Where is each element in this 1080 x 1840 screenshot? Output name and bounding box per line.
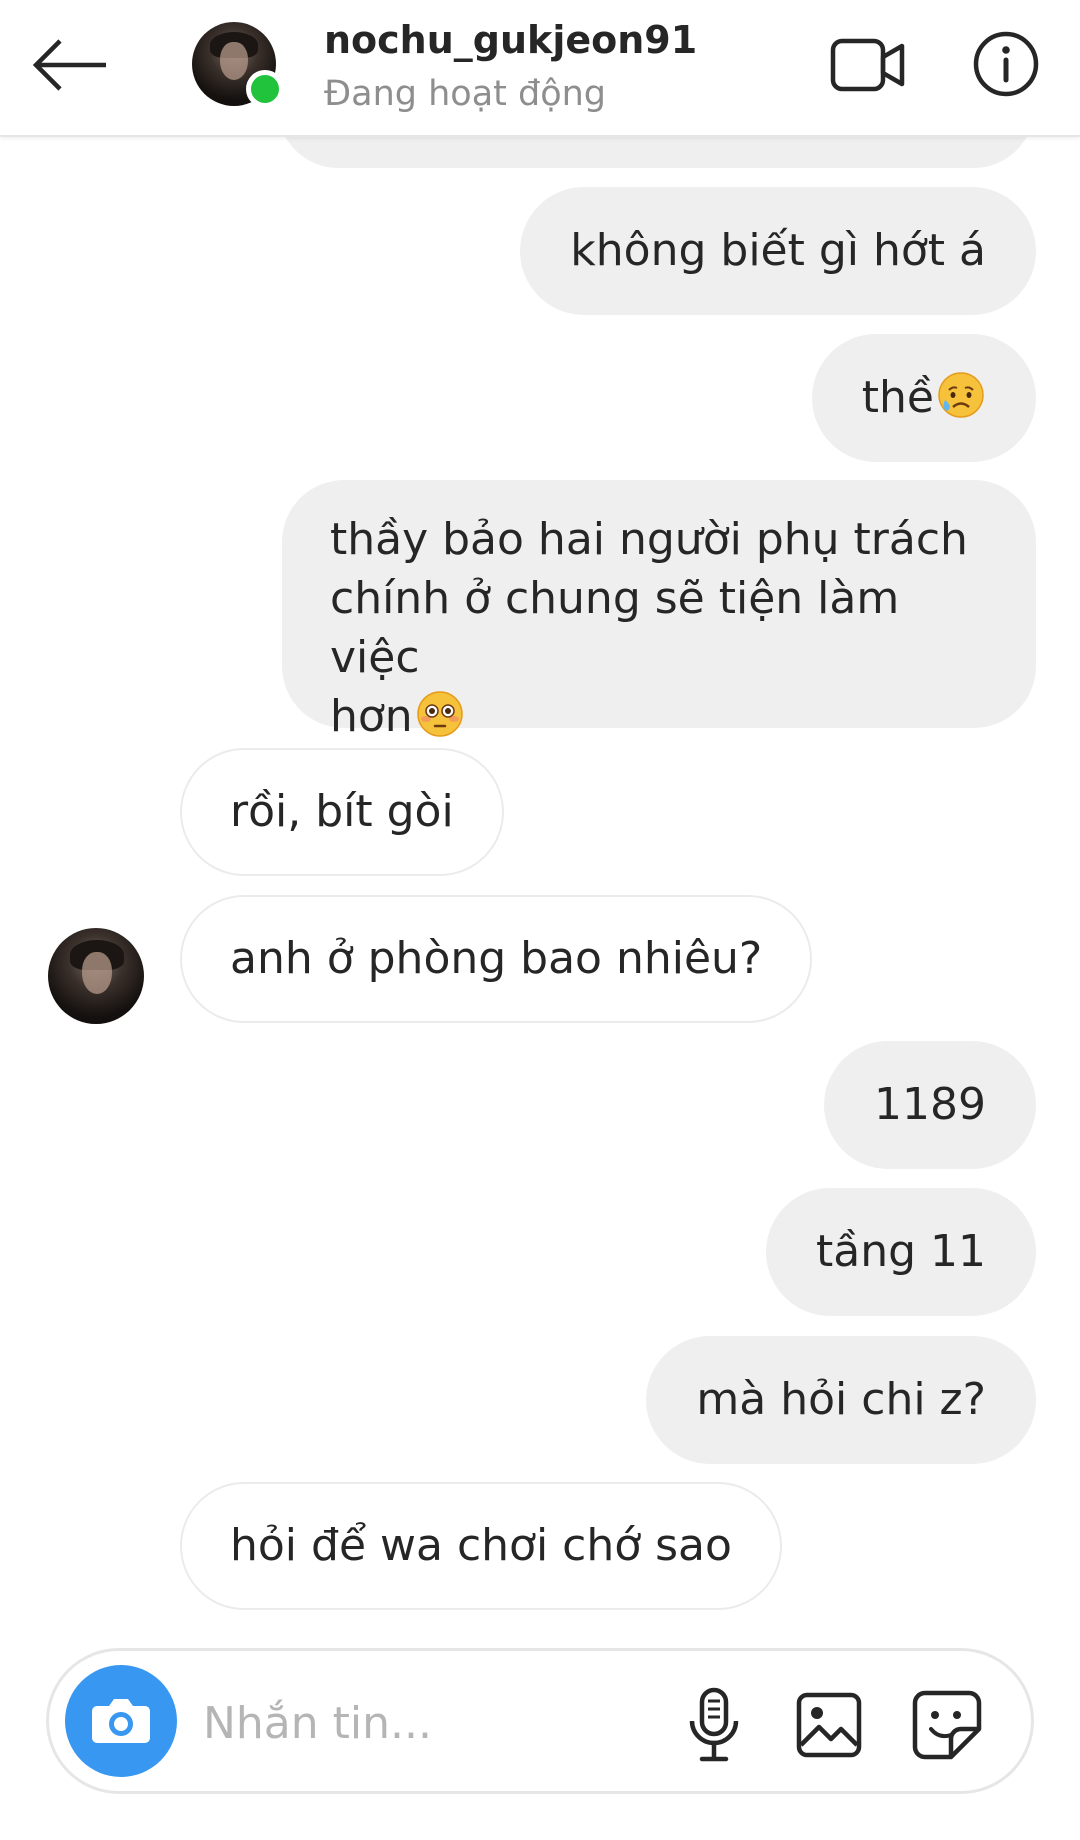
- message-bubble-received[interactable]: rồi, bít gòi: [180, 748, 504, 876]
- message-text: tầng 11: [815, 1226, 986, 1277]
- sender-avatar[interactable]: [48, 928, 144, 1024]
- voice-message-button[interactable]: [679, 1685, 749, 1765]
- message-bubble-sent[interactable]: thề: [811, 334, 1036, 462]
- message-text: mà hỏi chi z?: [696, 1374, 986, 1425]
- camera-button[interactable]: [65, 1665, 177, 1777]
- avatar: [48, 928, 144, 1024]
- message-text: không biết gì hớt á: [570, 225, 986, 276]
- sad-relieved-face-icon: [938, 372, 984, 418]
- activity-status: Đang hoạt động: [324, 74, 607, 114]
- chat-header: nochu_gukjeon91 Đang hoạt động: [0, 0, 1080, 137]
- message-bubble-sent[interactable]: không biết gì hớt á: [520, 187, 1036, 315]
- flushed-face-icon: [416, 691, 463, 737]
- gallery-icon: [796, 1692, 862, 1758]
- arrow-left-icon: [32, 39, 106, 91]
- message-bubble-sent[interactable]: tầng 11: [765, 1188, 1036, 1316]
- message-text: anh ở phòng bao nhiêu?: [230, 933, 763, 984]
- message-bubble-received[interactable]: hỏi để wa chơi chớ sao: [180, 1482, 782, 1610]
- message-text: hỏi để wa chơi chớ sao: [230, 1520, 732, 1571]
- online-status-dot: [246, 70, 284, 108]
- back-button[interactable]: [30, 25, 110, 105]
- video-camera-icon: [830, 38, 905, 92]
- message-bubble-sent[interactable]: thầy bảo hai người phụ trách chính ở chu…: [282, 480, 1036, 742]
- message-bubble-received[interactable]: anh ở phòng bao nhiêu?: [180, 895, 813, 1023]
- message-text-line: hơn: [330, 691, 413, 742]
- info-icon: [973, 31, 1039, 97]
- message-input[interactable]: [203, 1691, 673, 1755]
- gallery-button[interactable]: [789, 1685, 869, 1765]
- camera-icon: [92, 1699, 150, 1743]
- message-bubble-sent[interactable]: 1189: [824, 1041, 1036, 1169]
- info-button[interactable]: [968, 26, 1044, 102]
- chat-username[interactable]: nochu_gukjeon91: [324, 18, 697, 62]
- video-call-button[interactable]: [828, 30, 908, 100]
- profile-avatar[interactable]: [192, 22, 284, 108]
- message-thread: không biết gì hớt á thề thầy bảo hai ngư…: [0, 0, 1080, 1840]
- message-text: 1189: [874, 1079, 986, 1130]
- sticker-icon: [912, 1690, 982, 1760]
- message-text-line: chính ở chung sẽ tiện làm việc: [330, 573, 900, 683]
- message-text: thề: [861, 372, 934, 423]
- sticker-button[interactable]: [907, 1685, 987, 1765]
- message-text-line: thầy bảo hai người phụ trách: [330, 514, 968, 565]
- message-composer: [46, 1648, 1034, 1794]
- microphone-icon: [689, 1687, 739, 1762]
- message-text: rồi, bít gòi: [230, 786, 454, 837]
- message-bubble-sent[interactable]: mà hỏi chi z?: [646, 1336, 1036, 1464]
